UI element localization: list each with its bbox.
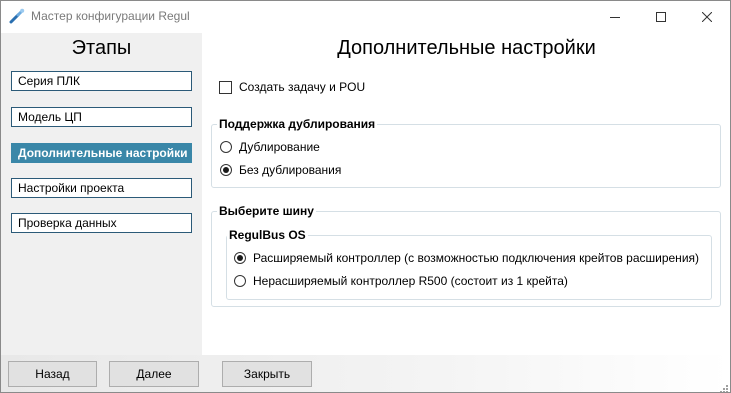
stage-item-plc-series[interactable]: Серия ПЛК: [11, 71, 192, 91]
redundancy-group: [211, 124, 721, 188]
radio-row-expandable[interactable]: Расширяемый контроллер (с возможностью п…: [234, 250, 699, 266]
expandable-controller-radio[interactable]: [234, 252, 246, 264]
create-task-label: Создать задачу и POU: [239, 80, 366, 94]
expandable-controller-label: Расширяемый контроллер (с возможностью п…: [253, 251, 700, 265]
stage-item-project-settings[interactable]: Настройки проекта: [11, 178, 192, 198]
bus-group-title: Выберите шину: [217, 204, 316, 218]
redundancy-group-title: Поддержка дублирования: [217, 117, 378, 131]
stages-panel: Этапы Серия ПЛК Модель ЦП Дополнительные…: [1, 33, 202, 355]
stage-item-cpu-model[interactable]: Модель ЦП: [11, 107, 192, 127]
minimize-button[interactable]: [592, 1, 638, 32]
radio-row-non-expandable[interactable]: Нерасширяемый контроллер R500 (состоит и…: [234, 273, 568, 289]
non-expandable-controller-radio[interactable]: [234, 275, 246, 287]
bottom-button-bar: Назад Далее Закрыть: [1, 355, 730, 392]
minimize-icon: [610, 12, 620, 22]
maximize-button[interactable]: [638, 1, 684, 32]
redundancy-radio[interactable]: [220, 141, 232, 153]
maximize-icon: [656, 11, 666, 22]
close-window-button[interactable]: [684, 1, 730, 32]
redundancy-label: Дублирование: [239, 140, 320, 154]
stage-item-data-check[interactable]: Проверка данных: [11, 213, 192, 233]
configuration-wizard-window: Мастер конфигурации Regul Этапы Серия ПЛ…: [0, 0, 731, 393]
radio-row-no-redundancy[interactable]: Без дублирования: [220, 162, 341, 178]
radio-row-redundancy[interactable]: Дублирование: [220, 139, 320, 155]
resize-grip-icon[interactable]: [718, 380, 728, 392]
non-expandable-controller-label: Нерасширяемый контроллер R500 (состоит и…: [253, 274, 568, 288]
page-title: Дополнительные настройки: [337, 37, 596, 59]
create-task-checkbox-row[interactable]: Создать задачу и POU: [219, 79, 365, 95]
back-button[interactable]: Назад: [8, 361, 97, 387]
close-button[interactable]: Закрыть: [222, 361, 312, 387]
stages-title: Этапы: [71, 37, 132, 59]
close-icon: [702, 11, 712, 22]
no-redundancy-label: Без дублирования: [239, 163, 342, 177]
wrench-icon: [9, 8, 25, 24]
window-title: Мастер конфигурации Regul: [31, 9, 190, 23]
no-redundancy-radio[interactable]: [220, 164, 232, 176]
title-bar[interactable]: Мастер конфигурации Regul: [1, 1, 730, 32]
regulbus-group-title: RegulBus OS: [227, 228, 308, 242]
stage-item-additional-settings[interactable]: Дополнительные настройки: [11, 143, 192, 163]
next-button[interactable]: Далее: [109, 361, 199, 387]
create-task-checkbox[interactable]: [219, 80, 232, 94]
regulbus-group: [226, 235, 712, 300]
